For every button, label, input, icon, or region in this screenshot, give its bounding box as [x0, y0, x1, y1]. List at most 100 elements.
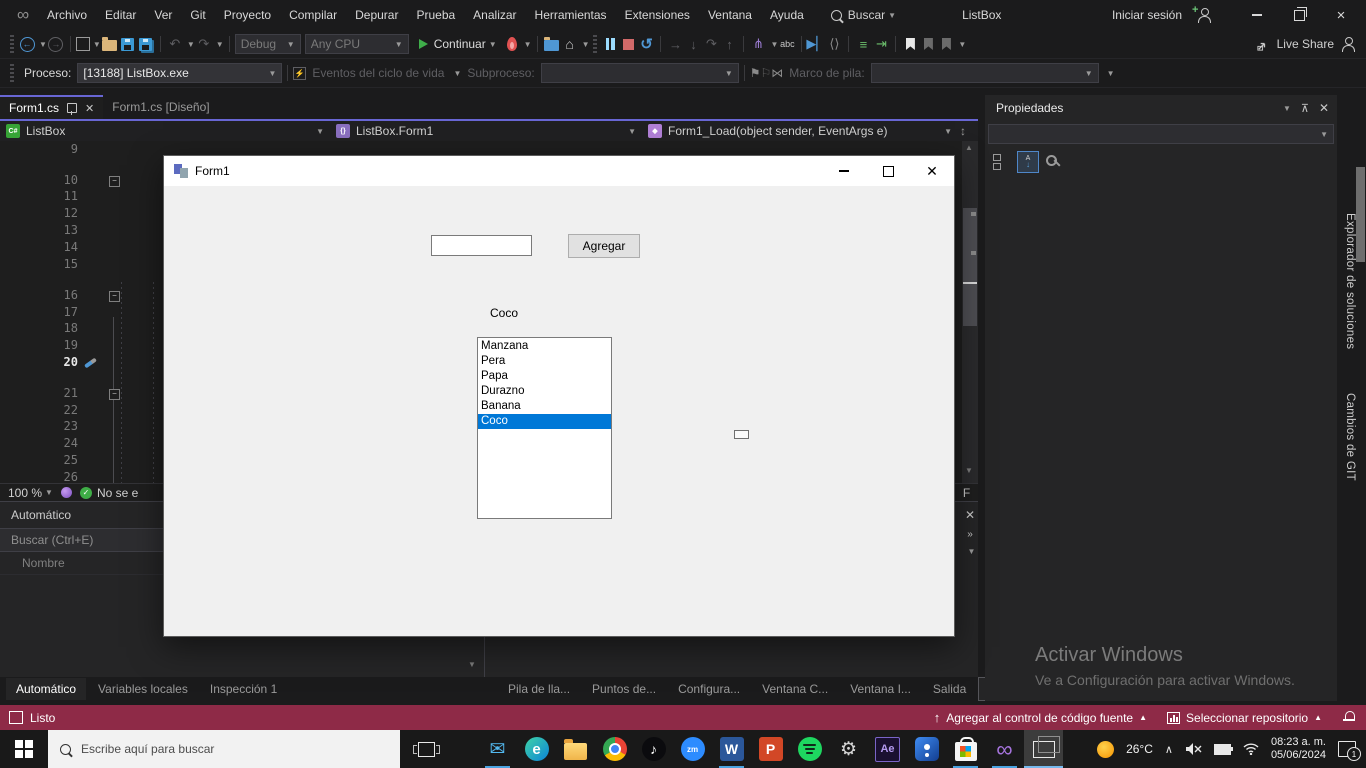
document-tab[interactable]: Form1.cs [Diseño] [103, 95, 218, 119]
task-view-button[interactable] [404, 730, 448, 768]
intellicode-icon[interactable] [61, 487, 72, 498]
scroll-down-icon[interactable]: ▼ [965, 466, 973, 475]
close-icon[interactable]: ✕ [965, 508, 975, 522]
form-close-button[interactable]: ✕ [910, 156, 954, 186]
action-center-icon[interactable]: 1 [1338, 741, 1356, 757]
alphabetical-sort-icon[interactable]: A↓ [1017, 151, 1039, 173]
document-tab[interactable]: Form1.cs✕ [0, 95, 103, 119]
find-in-files-button[interactable] [543, 35, 561, 53]
increase-indent-button[interactable]: ⇥ [872, 35, 890, 53]
navigate-home-button[interactable]: ⌂ [561, 35, 579, 53]
search-button[interactable]: Buscar ▼ [831, 8, 896, 22]
new-project-button[interactable] [76, 37, 90, 51]
menu-item-editar[interactable]: Editar [96, 8, 145, 22]
active-window-button[interactable] [1024, 730, 1063, 768]
toolbar-overflow-icon[interactable]: ▼ [1107, 69, 1115, 78]
save-button[interactable] [119, 35, 137, 53]
collapse-region-icon[interactable]: − [109, 389, 120, 400]
show-hidden-icons-chevron[interactable]: ∧ [1165, 743, 1173, 756]
listbox-item[interactable]: Manzana [478, 339, 611, 354]
zoom-app-button[interactable]: zm [673, 730, 712, 768]
chevron-down-icon[interactable]: ▼ [958, 40, 966, 49]
battery-icon[interactable] [1214, 744, 1231, 755]
decrease-indent-button[interactable]: ≡ [854, 35, 872, 53]
navigate-forward-button[interactable]: → [47, 35, 65, 53]
lifecycle-events-button[interactable]: Eventos del ciclo de vida [312, 66, 444, 80]
step-over-button[interactable]: ↷ [702, 35, 720, 53]
health-check-icon[interactable]: ✓ [80, 487, 92, 499]
toggle-bookmark-button[interactable] [901, 35, 919, 53]
listbox-item[interactable]: Banana [478, 399, 611, 414]
scroll-up-icon[interactable]: ▲ [965, 143, 973, 152]
goto-cursor-button[interactable]: ▶▏ [807, 35, 825, 53]
undo-button[interactable]: ↶ [166, 35, 184, 53]
listbox-item[interactable]: Durazno [478, 384, 611, 399]
tab-configura-[interactable]: Configura... [668, 678, 750, 700]
menu-item-proyecto[interactable]: Proyecto [215, 8, 280, 22]
menu-item-ver[interactable]: Ver [145, 8, 181, 22]
tiktok-app-button[interactable]: ♪ [634, 730, 673, 768]
solution-configurations-dropdown[interactable]: Debug▼ [235, 34, 301, 54]
tab-salida[interactable]: Salida [923, 678, 976, 700]
member-dropdown[interactable]: ◆ Form1_Load(object sender, EventArgs e)… [642, 121, 958, 141]
temperature-label[interactable]: 26°C [1126, 742, 1153, 756]
listbox-item[interactable]: Pera [478, 354, 611, 369]
clock[interactable]: 08:23 a. m. 05/06/2024 [1271, 736, 1326, 762]
toolbar-grip[interactable] [10, 64, 14, 82]
chevron-down-icon[interactable]: ▼ [770, 40, 778, 49]
pin-icon[interactable]: ⊼ [1301, 102, 1309, 115]
property-pages-icon[interactable] [1045, 154, 1061, 170]
start-button[interactable] [0, 730, 48, 768]
select-repository-button[interactable]: Seleccionar repositorio [1186, 711, 1308, 725]
flag-icon[interactable]: ⚑ [750, 66, 761, 80]
object-dropdown[interactable]: ▼ [988, 124, 1334, 144]
close-icon[interactable]: ✕ [1319, 101, 1329, 115]
restart-button[interactable]: ↺ [637, 35, 655, 53]
weather-sun-icon[interactable] [1097, 741, 1114, 758]
scrollbar-thumb[interactable] [963, 208, 977, 326]
project-dropdown[interactable]: C# ListBox▼ [0, 121, 330, 141]
notifications-bell-icon[interactable] [1344, 710, 1356, 725]
type-dropdown[interactable]: {} ListBox.Form1▼ [330, 121, 642, 141]
chevron-down-icon[interactable]: ▼ [93, 40, 101, 49]
collapse-region-icon[interactable]: − [109, 291, 120, 302]
side-tab-cambios-de-git[interactable]: Cambios de GIT [1344, 393, 1356, 481]
file-explorer-app-button[interactable] [556, 730, 595, 768]
wifi-icon[interactable] [1243, 743, 1259, 755]
phone-link-app-button[interactable] [907, 730, 946, 768]
step-out-button[interactable]: ↑ [720, 35, 738, 53]
menu-item-ventana[interactable]: Ventana [699, 8, 761, 22]
listbox-item[interactable]: Papa [478, 369, 611, 384]
stop-button[interactable] [619, 35, 637, 53]
show-threads-icon[interactable]: ⋈ [771, 66, 783, 80]
close-button[interactable]: × [1324, 2, 1358, 28]
subprocess-dropdown[interactable]: ▼ [541, 63, 739, 83]
listbox-item[interactable]: Coco [478, 414, 611, 429]
edge-scrollbar-thumb[interactable] [1356, 167, 1365, 262]
minimize-button[interactable] [1240, 2, 1274, 28]
add-to-source-control-button[interactable]: Agregar al control de código fuente [946, 711, 1133, 725]
agregar-button[interactable]: Agregar [568, 234, 640, 258]
previous-bookmark-button[interactable] [919, 35, 937, 53]
scroll-down-icon[interactable]: ▼ [468, 660, 476, 669]
toolbar-grip[interactable] [10, 35, 14, 53]
navigate-back-button[interactable]: ← [18, 35, 36, 53]
zoom-level-dropdown[interactable]: 100 % [8, 486, 42, 500]
restore-button[interactable] [1282, 2, 1316, 28]
sign-in-button[interactable]: Iniciar sesión [1112, 8, 1182, 22]
tab-inspecci-n-1[interactable]: Inspección 1 [200, 678, 287, 700]
menu-item-ayuda[interactable]: Ayuda [761, 8, 813, 22]
form-minimize-button[interactable] [822, 156, 866, 186]
add-account-icon[interactable]: + [1196, 8, 1212, 22]
powerpoint-app-button[interactable]: P [751, 730, 790, 768]
stack-frame-dropdown[interactable]: ▼ [871, 63, 1099, 83]
menu-item-compilar[interactable]: Compilar [280, 8, 346, 22]
chevron-down-icon[interactable]: ▼ [582, 40, 590, 49]
pause-button[interactable] [601, 35, 619, 53]
tab-puntos-de-[interactable]: Puntos de... [582, 678, 666, 700]
menu-item-herramientas[interactable]: Herramientas [526, 8, 616, 22]
solution-platforms-dropdown[interactable]: Any CPU▼ [305, 34, 409, 54]
toolbar-grip[interactable] [593, 35, 597, 53]
fruit-name-input[interactable] [431, 235, 532, 256]
hot-reload-button[interactable] [503, 35, 521, 53]
